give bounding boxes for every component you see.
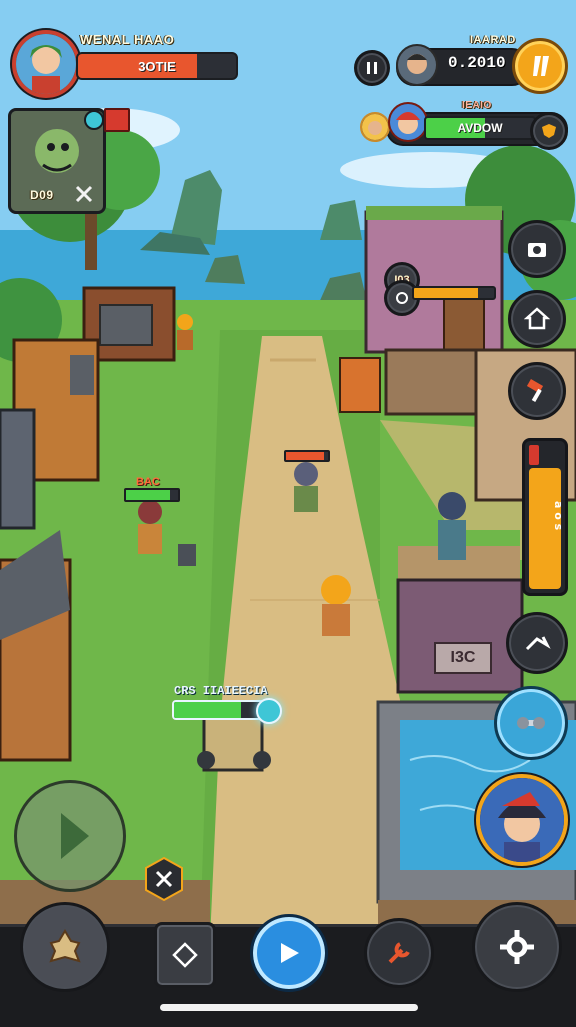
bag-icon [49,929,81,963]
npc-villager [438,492,466,560]
opponent-name-tag: IEAIO [462,100,492,111]
opponent-health-bar: AVDOW [424,116,536,140]
build-house-icon [524,307,550,330]
camera-button[interactable] [508,220,566,278]
crate-sign: I3C [434,642,492,674]
player-name: WENAL HAAO [80,32,175,47]
pause-icon [367,62,377,74]
npc-worker [177,314,193,350]
attack-button[interactable] [508,362,566,420]
inventory-button[interactable] [20,902,110,992]
home-indicator[interactable] [160,1004,418,1011]
hero-portrait-button[interactable] [476,774,568,866]
alert-flag-icon [104,108,130,132]
pause-button[interactable] [354,50,390,86]
wrench-icon [388,942,410,964]
opponent-tag: IAARAD [470,34,516,46]
play-icon [281,943,299,963]
ally-health-fill [126,490,171,500]
player-health-bar: 3OTIE [76,52,238,80]
house-progress-bar [412,286,496,300]
opponent-score: 0.2010 [448,54,506,72]
minimap-level: D09 [30,188,54,202]
crate-sign-label: I3C [450,649,476,666]
opponent-avatar[interactable] [396,44,438,86]
camera-icon [528,243,546,257]
vehicle-cart [197,716,271,772]
gear-icon [500,930,534,964]
player-avatar[interactable] [12,30,80,98]
enemy-health-bar [284,450,330,462]
energy-orb-icon [256,698,282,724]
shield-icon [542,124,556,138]
crossed-tools-icon [74,184,94,204]
dash-button[interactable] [506,612,568,674]
vehicle-label: CRS IIAIEECIA [174,684,268,698]
ally-health-bar [124,488,180,502]
radar-icon [84,110,104,130]
sprint-icon [525,636,551,651]
side-meter: a o s [522,438,568,596]
opponent-hero-avatar[interactable] [388,102,428,142]
vehicle-health-fill [174,702,242,718]
shield-button[interactable] [530,112,568,150]
ally-label: BAC [136,476,160,488]
movement-joystick[interactable] [14,780,126,892]
player-health-label: 3OTIE [138,58,176,74]
settings-button[interactable] [472,902,562,992]
skill-hex-button[interactable] [144,856,184,902]
play-arrow-icon [61,813,89,859]
lightning-coin-icon [533,56,549,76]
house-progress-fill [414,288,478,298]
weapon-button[interactable] [494,686,568,760]
hammer-icon [526,379,544,403]
ally-small-avatar[interactable] [360,112,390,142]
build-button[interactable] [508,290,566,348]
side-meter-alert [529,445,539,465]
coins-button[interactable] [512,38,568,94]
craft-button[interactable] [364,918,434,988]
side-meter-text: a o s [552,501,565,531]
diamond-icon [172,942,198,968]
map-button[interactable] [154,922,216,988]
play-button[interactable] [250,914,328,992]
enemy-unit [294,462,318,512]
opponent-health-label: AVDOW [457,121,503,135]
spiked-mace-icon [517,717,545,729]
player-character [321,575,351,636]
enemy-health-fill [286,452,324,460]
